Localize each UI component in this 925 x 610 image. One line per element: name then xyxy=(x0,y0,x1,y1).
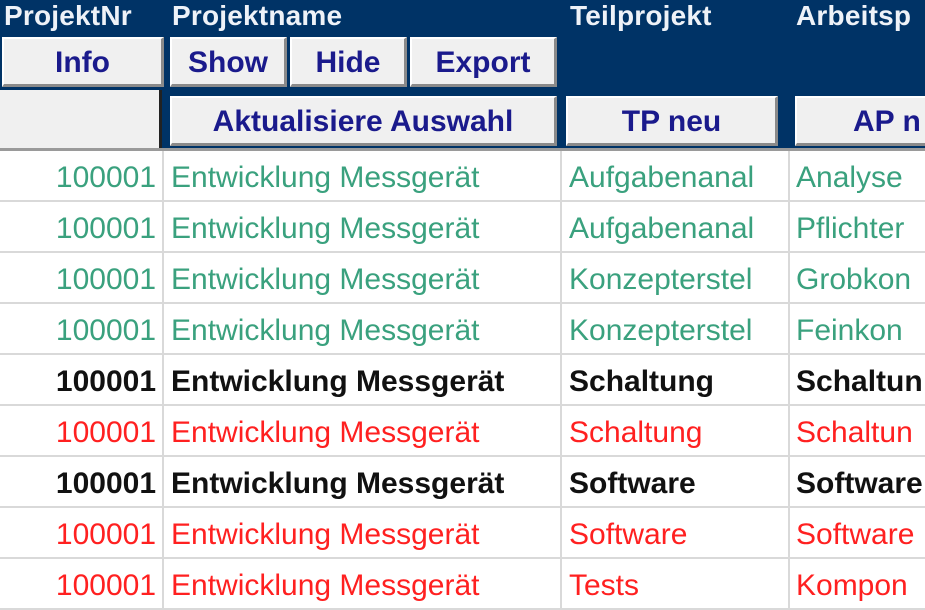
table-row[interactable]: 100001 Entwicklung Messgerät Tests Kompon xyxy=(0,559,925,610)
cell-projektnr[interactable]: 100001 xyxy=(0,202,164,251)
cell-projektname[interactable]: Entwicklung Messgerät xyxy=(164,202,562,251)
cell-arbeitspaket[interactable]: Pflichter xyxy=(790,202,925,251)
table-row[interactable]: 100001 Entwicklung Messgerät Konzepterstel… xyxy=(0,304,925,355)
cell-teilprojekt[interactable]: Aufgabenanal xyxy=(562,202,790,251)
table-row[interactable]: 100001 Entwicklung Messgerät Aufgabenanal P… xyxy=(0,202,925,253)
cell-teilprojekt[interactable]: Konzepterstel xyxy=(562,253,790,302)
column-header-teilprojekt: Teilprojekt xyxy=(570,0,712,31)
cell-projektname[interactable]: Entwicklung Messgerät xyxy=(164,355,562,404)
info-button[interactable]: Info xyxy=(2,37,164,87)
cell-arbeitspaket[interactable]: Kompon xyxy=(790,559,925,608)
cell-projektname[interactable]: Entwicklung Messgerät xyxy=(164,508,562,557)
cell-teilprojekt[interactable]: Tests xyxy=(562,559,790,608)
table-row[interactable]: 100001 Entwicklung Messgerät Aufgabenanal A… xyxy=(0,151,925,202)
column-header-arbeitspaket: Arbeitsp xyxy=(796,0,912,31)
empty-control-cell xyxy=(0,90,162,148)
show-button[interactable]: Show xyxy=(170,37,287,87)
cell-projektnr[interactable]: 100001 xyxy=(0,355,164,404)
cell-projektname[interactable]: Entwicklung Messgerät xyxy=(164,304,562,353)
cell-teilprojekt[interactable]: Konzepterstel xyxy=(562,304,790,353)
sheet-header: ProjektNr Projektname Teilprojekt Arbeit… xyxy=(0,0,925,150)
cell-projektname[interactable]: Entwicklung Messgerät xyxy=(164,151,562,200)
cell-teilprojekt[interactable]: Schaltung xyxy=(562,355,790,404)
refresh-selection-button[interactable]: Aktualisiere Auswahl xyxy=(170,96,557,146)
tp-new-button[interactable]: TP neu xyxy=(566,96,778,146)
cell-arbeitspaket[interactable]: Schaltun xyxy=(790,406,925,455)
column-header-projektname: Projektname xyxy=(172,0,343,31)
export-button[interactable]: Export xyxy=(410,37,557,87)
table-row[interactable]: 100001 Entwicklung Messgerät Schaltung Scha… xyxy=(0,355,925,406)
cell-teilprojekt[interactable]: Software xyxy=(562,457,790,506)
hide-button[interactable]: Hide xyxy=(290,37,407,87)
cell-projektname[interactable]: Entwicklung Messgerät xyxy=(164,253,562,302)
cell-projektnr[interactable]: 100001 xyxy=(0,508,164,557)
table-row[interactable]: 100001 Entwicklung Messgerät Konzepterstel… xyxy=(0,253,925,304)
table-row[interactable]: 100001 Entwicklung Messgerät Software Softw… xyxy=(0,508,925,559)
table-row[interactable]: 100001 Entwicklung Messgerät Software Softw… xyxy=(0,457,925,508)
cell-arbeitspaket[interactable]: Schaltun xyxy=(790,355,925,404)
cell-projektnr[interactable]: 100001 xyxy=(0,457,164,506)
data-grid: 100001 Entwicklung Messgerät Aufgabenanal A… xyxy=(0,151,925,610)
cell-arbeitspaket[interactable]: Analyse xyxy=(790,151,925,200)
cell-projektname[interactable]: Entwicklung Messgerät xyxy=(164,406,562,455)
cell-arbeitspaket[interactable]: Software xyxy=(790,508,925,557)
cell-teilprojekt[interactable]: Schaltung xyxy=(562,406,790,455)
cell-projektnr[interactable]: 100001 xyxy=(0,559,164,608)
cell-projektname[interactable]: Entwicklung Messgerät xyxy=(164,457,562,506)
column-header-projektnr: ProjektNr xyxy=(4,0,132,31)
ap-new-button[interactable]: AP n xyxy=(795,96,925,146)
cell-projektname[interactable]: Entwicklung Messgerät xyxy=(164,559,562,608)
cell-arbeitspaket[interactable]: Grobkon xyxy=(790,253,925,302)
cell-projektnr[interactable]: 100001 xyxy=(0,151,164,200)
cell-arbeitspaket[interactable]: Feinkon xyxy=(790,304,925,353)
cell-projektnr[interactable]: 100001 xyxy=(0,304,164,353)
cell-arbeitspaket[interactable]: Software xyxy=(790,457,925,506)
cell-projektnr[interactable]: 100001 xyxy=(0,253,164,302)
cell-teilprojekt[interactable]: Aufgabenanal xyxy=(562,151,790,200)
table-row[interactable]: 100001 Entwicklung Messgerät Schaltung Scha… xyxy=(0,406,925,457)
cell-projektnr[interactable]: 100001 xyxy=(0,406,164,455)
cell-teilprojekt[interactable]: Software xyxy=(562,508,790,557)
